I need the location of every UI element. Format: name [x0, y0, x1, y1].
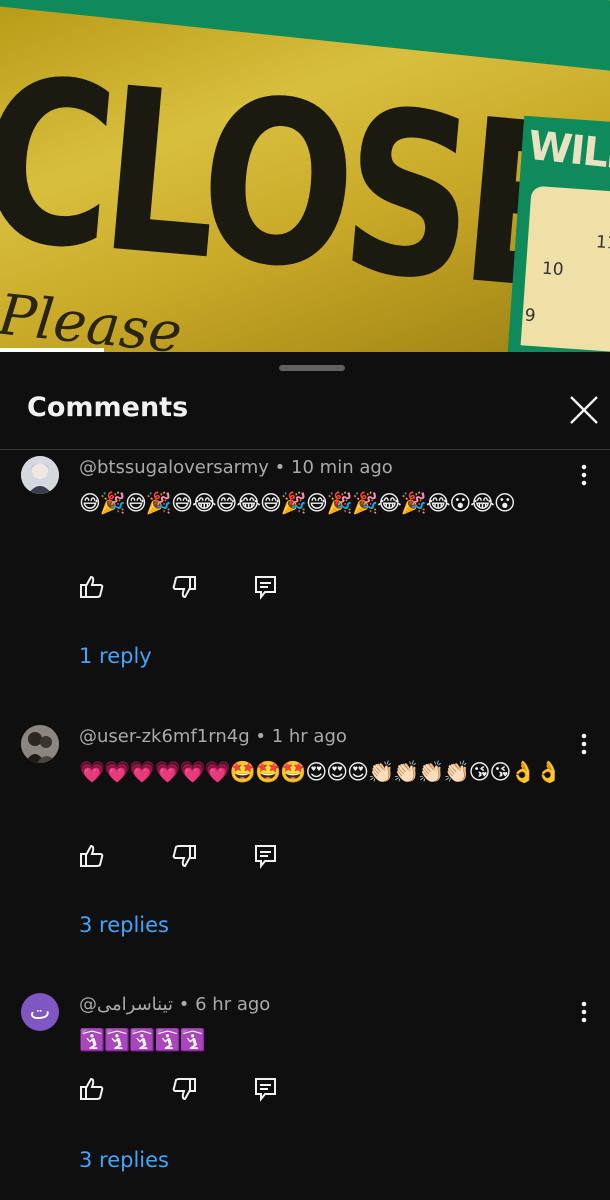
comment-author[interactable]: @تیناسرامی: [79, 994, 173, 1015]
video-player[interactable]: CLOSED Please WILL 11 10 9: [0, 0, 610, 352]
more-vert-icon: [581, 1001, 587, 1023]
comment-meta: @user-zk6mf1rn4g • 1 hr ago: [79, 726, 347, 747]
avatar-image: [21, 725, 59, 763]
comment-reply-icon: [255, 845, 276, 869]
comment-text: 😅🎉😅🎉😅😂😅😂😅🎉😅🎉🎉😂🎉😂😮😂😮: [79, 491, 516, 515]
comment-actions: [79, 1076, 299, 1108]
view-replies-link[interactable]: 3 replies: [79, 913, 169, 937]
sheet-title: Comments: [27, 392, 189, 423]
more-options-button[interactable]: [572, 997, 596, 1027]
reply-button[interactable]: [253, 843, 279, 869]
clock-number: 10: [541, 258, 565, 281]
like-button[interactable]: [79, 843, 105, 869]
dislike-button[interactable]: [171, 574, 197, 600]
dislike-button[interactable]: [171, 843, 197, 869]
comment-time: 1 hr ago: [271, 726, 347, 747]
meta-separator: •: [178, 994, 190, 1015]
comment-author[interactable]: @btssugaloversarmy: [79, 457, 269, 478]
comment-actions: [79, 843, 299, 875]
more-options-button[interactable]: [572, 460, 596, 490]
comment-author[interactable]: @user-zk6mf1rn4g: [79, 726, 250, 747]
close-button[interactable]: [566, 392, 602, 428]
clock-number: 9: [523, 305, 537, 327]
comments-sheet: Comments @btssugaloversarmy • 10 min ago…: [0, 352, 610, 1200]
dislike-button[interactable]: [171, 1076, 197, 1102]
more-options-button[interactable]: [572, 729, 596, 759]
comment-text: 💗💗💗💗💗💗🤩🤩🤩😍😍😍👏🏻👏🏻👏🏻👏🏻😘😘👌👌: [79, 760, 562, 784]
avatar[interactable]: [21, 725, 59, 763]
reply-button[interactable]: [253, 574, 279, 600]
clock-number: 11: [595, 232, 610, 254]
thumbs-up-icon: [80, 575, 104, 598]
thumbs-down-icon: [172, 845, 196, 868]
comment-meta: @تیناسرامی • 6 hr ago: [79, 994, 270, 1015]
comment-time: 6 hr ago: [195, 994, 271, 1015]
view-replies-link[interactable]: 3 replies: [79, 1148, 169, 1172]
comment-actions: [79, 574, 299, 606]
avatar[interactable]: [21, 456, 59, 494]
meta-separator: •: [274, 457, 286, 478]
drag-handle[interactable]: [279, 365, 345, 371]
more-vert-icon: [581, 464, 587, 486]
avatar-letter: ت: [29, 999, 51, 1025]
comment-reply-icon: [255, 576, 276, 600]
like-button[interactable]: [79, 574, 105, 600]
comment-reply-icon: [255, 1078, 276, 1102]
reply-button[interactable]: [253, 1076, 279, 1102]
header-divider: [0, 449, 610, 450]
thumbs-up-icon: [80, 1077, 104, 1100]
avatar[interactable]: ت: [21, 993, 59, 1031]
like-button[interactable]: [79, 1076, 105, 1102]
meta-separator: •: [255, 726, 266, 747]
thumbs-up-icon: [80, 844, 104, 867]
more-vert-icon: [581, 733, 587, 755]
thumbs-down-icon: [172, 1078, 196, 1101]
comment-text: 🛐🛐🛐🛐🛐: [79, 1028, 206, 1052]
avatar-image: [21, 456, 59, 494]
comment-meta: @btssugaloversarmy • 10 min ago: [79, 457, 393, 478]
sign-clock-face: 11 10 9: [520, 185, 610, 352]
view-replies-link[interactable]: 1 reply: [79, 644, 152, 668]
thumbs-down-icon: [172, 576, 196, 599]
comment-time: 10 min ago: [291, 457, 393, 478]
close-icon: [570, 396, 598, 424]
